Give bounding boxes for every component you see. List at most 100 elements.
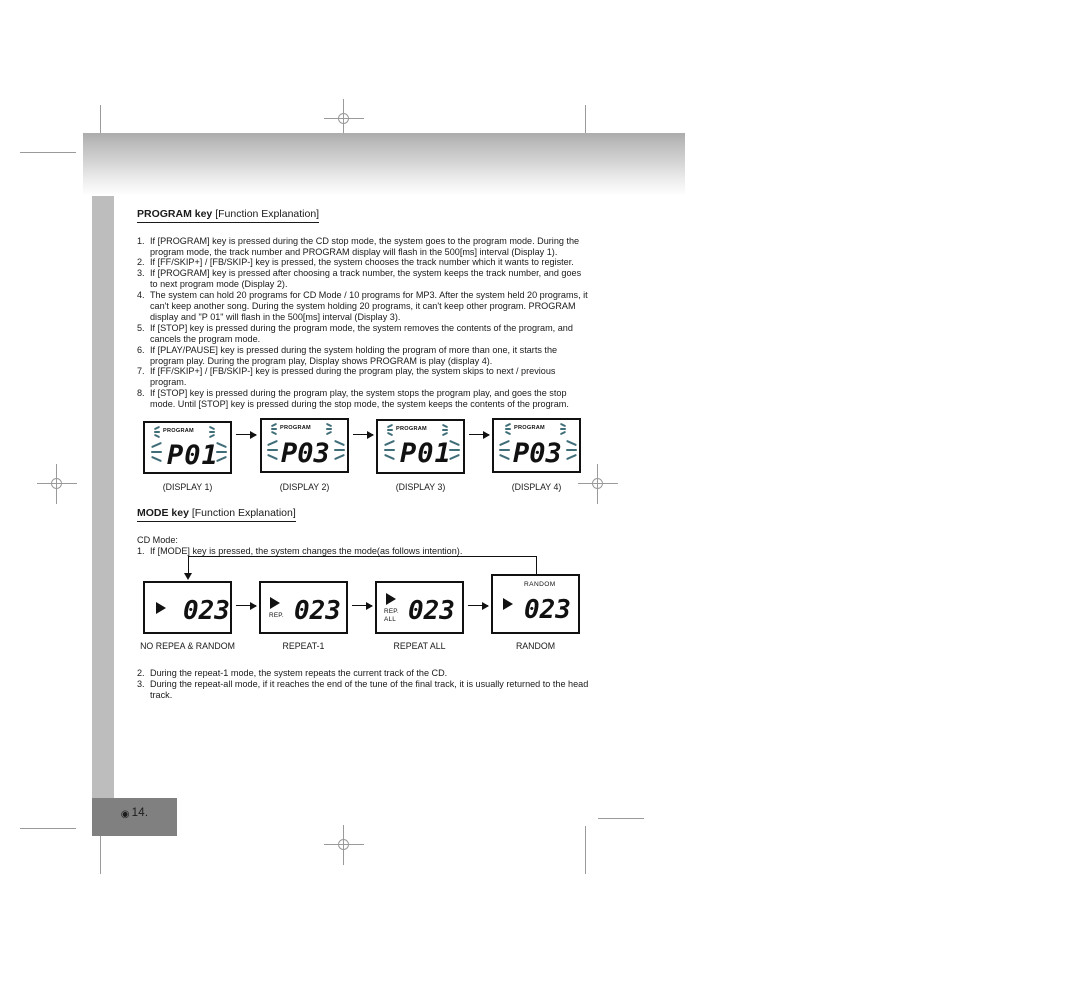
- left-margin-bar: [92, 196, 114, 798]
- registration-mark-bottom-center: [324, 825, 364, 865]
- step-number: 7.: [137, 366, 145, 377]
- step-text: If [STOP] key is pressed during the prog…: [150, 388, 569, 410]
- lcd-caption: REPEAT ALL: [393, 641, 446, 651]
- program-indicator-label: PROGRAM: [280, 425, 311, 431]
- list-item: 8. If [STOP] key is pressed during the pr…: [137, 388, 589, 410]
- random-indicator: RANDOM: [524, 581, 556, 588]
- lcd-caption: RANDOM: [515, 641, 556, 651]
- step-number: 6.: [137, 344, 145, 355]
- program-heading-rest: [Function Explanation]: [212, 208, 320, 220]
- step-number: 1.: [137, 546, 145, 556]
- step-text: During the repeat-all mode, if it reache…: [150, 678, 589, 700]
- step-text: If [STOP] key is pressed during the prog…: [150, 322, 573, 344]
- play-icon: [156, 602, 166, 614]
- registration-mark-left-middle: [37, 464, 77, 504]
- flow-arrow: [469, 430, 490, 439]
- crop-mark-left-bottom: [20, 828, 76, 829]
- mode-section-heading: MODE key [Function Explanation]: [137, 507, 296, 522]
- list-item: 7. If [FF/SKIP+] / [FB/SKIP-] key is pres…: [137, 366, 589, 388]
- lcd-panel-display-4: PROGRAM P03: [492, 418, 581, 473]
- flow-arrow: [353, 430, 374, 439]
- crop-mark-left-top: [20, 152, 76, 153]
- page-number-tab: ◉ 14.: [92, 798, 177, 836]
- step-text: The system can hold 20 programs for CD M…: [150, 290, 588, 322]
- program-heading-bold: PROGRAM key: [137, 208, 213, 220]
- flow-arrow: [352, 601, 373, 610]
- step-text: If [PROGRAM] key is pressed after choosi…: [150, 268, 582, 290]
- play-icon: [503, 598, 513, 610]
- lcd-caption: (DISPLAY 1): [162, 482, 213, 492]
- repeat-all-indicator: ALL: [384, 616, 396, 623]
- step-number: 2.: [137, 668, 145, 678]
- program-indicator-label: PROGRAM: [396, 426, 427, 432]
- lcd-caption: (DISPLAY 2): [279, 482, 330, 492]
- program-section-heading: PROGRAM key [Function Explanation]: [137, 208, 320, 223]
- step-text: If [PROGRAM] key is pressed during the C…: [150, 235, 580, 257]
- lcd-panel-no-repeat-random: 023: [143, 581, 232, 634]
- lcd-value: P01: [400, 438, 452, 469]
- step-number: 3.: [137, 678, 145, 689]
- cd-mode-label: CD Mode:: [137, 534, 178, 545]
- mode-heading-bold: MODE key: [137, 507, 189, 519]
- flow-arrow: [468, 601, 489, 610]
- repeat-indicator: REP.: [269, 612, 284, 619]
- lcd-value: P01: [167, 440, 219, 471]
- lcd-caption: NO REPEA & RANDOM: [140, 641, 235, 651]
- lcd-value: P03: [513, 438, 562, 469]
- mode-steps-bottom: 2. During the repeat-1 mode, the system r…: [137, 668, 589, 701]
- lcd-value: 023: [524, 595, 571, 625]
- play-icon: [386, 593, 396, 605]
- mode-heading-rest: [Function Explanation]: [188, 507, 296, 519]
- lcd-panel-display-1: PROGRAM P01: [143, 421, 232, 474]
- page-number: 14.: [131, 807, 149, 819]
- manual-page: ◉ 14. PROGRAM key [Function Explanation] …: [0, 0, 1080, 984]
- step-text: If [MODE] key is pressed, the system cha…: [150, 546, 463, 556]
- list-item: 6. If [PLAY/PAUSE] key is pressed during …: [137, 345, 589, 367]
- step-text: If [FF/SKIP+] / [FB/SKIP-] key is presse…: [150, 366, 556, 388]
- lcd-value: 023: [183, 596, 230, 626]
- registration-mark-top-center: [324, 99, 364, 139]
- step-text: If [PLAY/PAUSE] key is pressed during th…: [150, 344, 558, 366]
- lcd-value: P03: [281, 438, 330, 469]
- repeat-indicator: REP.: [384, 608, 399, 615]
- list-item: 5. If [STOP] key is pressed during the pr…: [137, 323, 589, 345]
- crop-mark-bottom-right: [585, 826, 586, 874]
- content-column: PROGRAM key [Function Explanation] 1. If …: [137, 204, 589, 410]
- lcd-caption: (DISPLAY 3): [395, 482, 446, 492]
- step-number: 2.: [137, 257, 145, 268]
- list-item: 2. If [FF/SKIP+] / [FB/SKIP-] key is pres…: [137, 257, 589, 268]
- lcd-panel-display-3: PROGRAM P01: [376, 419, 465, 474]
- program-steps-list: 1. If [PROGRAM] key is pressed during the…: [137, 236, 589, 411]
- registration-mark-right-middle: [578, 464, 618, 504]
- lcd-panel-repeat-1: REP. 023: [259, 581, 348, 634]
- flow-arrow: [236, 601, 257, 610]
- list-item: 3. If [PROGRAM] key is pressed after choo…: [137, 268, 589, 290]
- step-text: If [FF/SKIP+] / [FB/SKIP-] key is presse…: [150, 257, 574, 268]
- list-item: 1. If [PROGRAM] key is pressed during the…: [137, 236, 589, 258]
- lcd-value: 023: [294, 596, 341, 626]
- step-number: 5.: [137, 322, 145, 333]
- program-indicator-label: PROGRAM: [163, 428, 194, 434]
- lcd-panel-repeat-all: REP. ALL 023: [375, 581, 464, 634]
- play-icon: [270, 597, 280, 609]
- list-item: 4. The system can hold 20 programs for CD…: [137, 290, 589, 323]
- flow-arrow: [236, 430, 257, 439]
- list-item: 2. During the repeat-1 mode, the system r…: [137, 668, 589, 679]
- header-gradient-band: [83, 133, 685, 196]
- step-number: 4.: [137, 290, 145, 301]
- step-number: 3.: [137, 268, 145, 279]
- mode-steps-list-bottom: 2. During the repeat-1 mode, the system r…: [137, 668, 589, 701]
- list-item: 3. During the repeat-all mode, if it reac…: [137, 679, 589, 701]
- lcd-caption: (DISPLAY 4): [511, 482, 562, 492]
- lcd-value: 023: [408, 596, 455, 626]
- page-glyph-icon: ◉: [120, 809, 130, 820]
- lcd-panel-display-2: PROGRAM P03: [260, 418, 349, 473]
- step-number: 1.: [137, 235, 145, 246]
- program-indicator-label: PROGRAM: [514, 425, 545, 431]
- step-text: During the repeat-1 mode, the system rep…: [150, 668, 448, 678]
- mode-section: MODE key [Function Explanation] CD Mode:…: [137, 503, 589, 557]
- crop-mark-right-bottom: [598, 818, 644, 819]
- lcd-caption: REPEAT-1: [282, 641, 325, 651]
- lcd-panel-random: RANDOM 023: [491, 574, 580, 634]
- step-number: 8.: [137, 388, 145, 399]
